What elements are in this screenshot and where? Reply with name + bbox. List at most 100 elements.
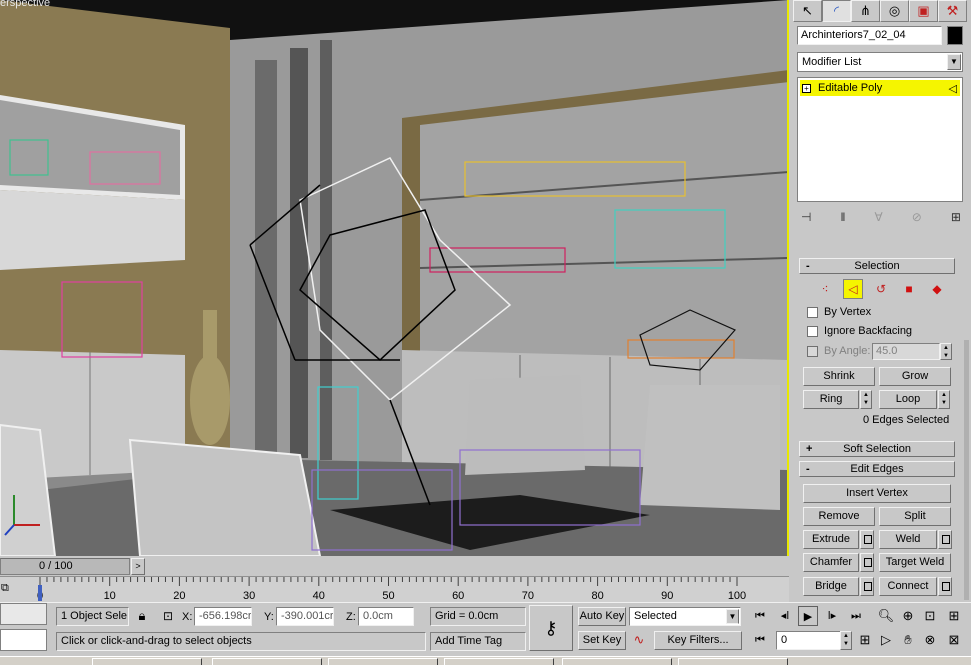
- border-mode-icon[interactable]: ↺: [871, 279, 891, 299]
- set-key-button[interactable]: Set Key: [578, 631, 626, 650]
- arc-rotate-icon[interactable]: ⊗: [920, 630, 940, 650]
- play-icon[interactable]: ▶: [798, 606, 818, 626]
- by-angle-checkbox[interactable]: By Angle:: [807, 345, 870, 357]
- auto-key-button[interactable]: Auto Key: [578, 607, 626, 626]
- polygon-mode-icon[interactable]: ■: [899, 279, 919, 299]
- y-coordinate-field[interactable]: -390.001cr: [276, 607, 334, 626]
- key-filter-selection-dropdown[interactable]: Selected ▼: [629, 607, 741, 626]
- checkbox-box[interactable]: [807, 345, 818, 357]
- pin-stack-icon[interactable]: ⊣: [801, 210, 811, 224]
- weld-button[interactable]: Weld: [879, 530, 937, 549]
- key-filters-button[interactable]: Key Filters...: [654, 631, 742, 650]
- chamfer-button[interactable]: Chamfer: [803, 553, 859, 572]
- key-mode-toggle-icon[interactable]: ⏮: [750, 630, 770, 650]
- connect-button[interactable]: Connect: [879, 577, 937, 596]
- taskbar-button[interactable]: [444, 658, 554, 665]
- expand-plus-icon[interactable]: +: [802, 83, 811, 93]
- time-slider[interactable]: 0 / 100 >: [0, 558, 789, 575]
- loop-button[interactable]: Loop: [879, 390, 937, 409]
- maxscript-input[interactable]: [0, 629, 47, 651]
- modifier-list-dropdown[interactable]: Modifier List ▼: [797, 52, 963, 72]
- edit-edges-rollout-header[interactable]: - Edit Edges: [799, 461, 955, 477]
- taskbar-button[interactable]: [212, 658, 322, 665]
- create-tab[interactable]: ↖: [793, 0, 822, 22]
- current-frame-field[interactable]: 0: [776, 631, 846, 650]
- taskbar-button[interactable]: [328, 658, 438, 665]
- object-color-swatch[interactable]: [947, 26, 963, 45]
- zoom-all-icon[interactable]: ⊕: [898, 606, 918, 626]
- set-keys-key-icon[interactable]: ⚷: [529, 605, 573, 651]
- connect-settings-button[interactable]: [938, 577, 952, 596]
- hierarchy-tab[interactable]: ⋔: [851, 0, 880, 22]
- grow-button[interactable]: Grow: [879, 367, 951, 386]
- current-frame-marker[interactable]: [38, 585, 42, 601]
- loop-spinner[interactable]: ▲ ▼: [938, 390, 950, 409]
- next-frame-icon[interactable]: ǀ▸: [822, 606, 842, 626]
- taskbar-button[interactable]: [678, 658, 788, 665]
- display-tab[interactable]: ▣: [909, 0, 938, 22]
- stack-item-editable-poly[interactable]: + Editable Poly ◁: [800, 80, 960, 96]
- vertex-mode-icon[interactable]: ⁖: [815, 279, 835, 299]
- weld-settings-button[interactable]: [938, 530, 952, 549]
- viewport-scene[interactable]: [0, 0, 789, 556]
- go-to-end-icon[interactable]: ⏭: [846, 606, 866, 626]
- go-to-start-icon[interactable]: ⏮: [750, 606, 770, 626]
- ring-spinner[interactable]: ▲ ▼: [860, 390, 872, 409]
- soft-selection-rollout-header[interactable]: + Soft Selection: [799, 441, 955, 457]
- configure-sets-icon[interactable]: ⊞: [951, 210, 961, 224]
- zoom-icon[interactable]: 🔍︎: [876, 606, 896, 626]
- time-configuration-icon[interactable]: ⊞: [855, 630, 875, 650]
- field-of-view-icon[interactable]: ▷: [876, 630, 896, 650]
- command-panel-scrollbar[interactable]: [964, 340, 969, 600]
- maximize-viewport-icon[interactable]: ⊠: [944, 630, 964, 650]
- previous-frame-icon[interactable]: ◂ǀ: [775, 606, 795, 626]
- ring-button[interactable]: Ring: [803, 390, 859, 409]
- show-end-result-icon[interactable]: ǁ: [841, 210, 846, 224]
- zoom-extents-all-icon[interactable]: ⊞: [944, 606, 964, 626]
- element-mode-icon[interactable]: ◆: [927, 279, 947, 299]
- zoom-extents-icon[interactable]: ⊡: [920, 606, 940, 626]
- ignore-backfacing-checkbox[interactable]: Ignore Backfacing: [807, 325, 912, 337]
- absolute-mode-icon[interactable]: ⊡: [158, 606, 178, 626]
- x-coordinate-field[interactable]: -656.198cr: [194, 607, 252, 626]
- perspective-viewport[interactable]: erspective: [0, 0, 789, 556]
- z-coordinate-field[interactable]: 0.0cm: [358, 607, 414, 626]
- extrude-button[interactable]: Extrude: [803, 530, 859, 549]
- chamfer-settings-button[interactable]: [860, 553, 874, 572]
- current-frame-spinner[interactable]: ▲ ▼: [840, 631, 852, 650]
- selection-rollout-header[interactable]: - Selection: [799, 258, 955, 274]
- modifier-stack[interactable]: + Editable Poly ◁: [797, 77, 963, 202]
- dropdown-arrow-icon[interactable]: ▼: [726, 609, 739, 624]
- remove-button[interactable]: Remove: [803, 507, 875, 526]
- by-vertex-checkbox[interactable]: By Vertex: [807, 306, 871, 318]
- next-frame-arrow-icon[interactable]: >: [131, 558, 145, 575]
- make-unique-icon[interactable]: ∀: [875, 210, 883, 224]
- utilities-tab[interactable]: ⚒: [938, 0, 967, 22]
- bridge-button[interactable]: Bridge: [803, 577, 859, 596]
- add-time-tag[interactable]: Add Time Tag: [430, 632, 526, 651]
- pan-hand-icon[interactable]: ✋︎: [898, 630, 918, 650]
- insert-vertex-button[interactable]: Insert Vertex: [803, 484, 951, 503]
- edge-mode-icon[interactable]: ◁: [843, 279, 863, 299]
- track-bar[interactable]: ⧉ 0102030405060708090100: [0, 576, 789, 602]
- checkbox-box[interactable]: [807, 325, 818, 337]
- taskbar-button[interactable]: [562, 658, 672, 665]
- split-button[interactable]: Split: [879, 507, 951, 526]
- object-name-field[interactable]: Archinteriors7_02_04: [797, 26, 942, 45]
- target-weld-button[interactable]: Target Weld: [879, 553, 951, 572]
- angle-threshold-field[interactable]: 45.0: [872, 343, 940, 360]
- bridge-settings-button[interactable]: [860, 577, 874, 596]
- checkbox-box[interactable]: [807, 306, 818, 318]
- taskbar-button[interactable]: [92, 658, 202, 665]
- extrude-settings-button[interactable]: [860, 530, 874, 549]
- time-slider-thumb[interactable]: 0 / 100: [0, 558, 130, 575]
- motion-tab[interactable]: ◎: [880, 0, 909, 22]
- angle-spinner[interactable]: ▲ ▼: [940, 343, 952, 360]
- remove-modifier-icon[interactable]: ⊘: [912, 210, 922, 224]
- viewport-label[interactable]: erspective: [0, 0, 50, 9]
- modify-tab[interactable]: ◜: [822, 0, 851, 22]
- maxscript-listener[interactable]: [0, 603, 47, 625]
- dropdown-arrow-icon[interactable]: ▼: [947, 54, 961, 70]
- lock-icon[interactable]: 🔒︎: [132, 606, 152, 626]
- key-mode-curve-icon[interactable]: ∿: [629, 630, 649, 650]
